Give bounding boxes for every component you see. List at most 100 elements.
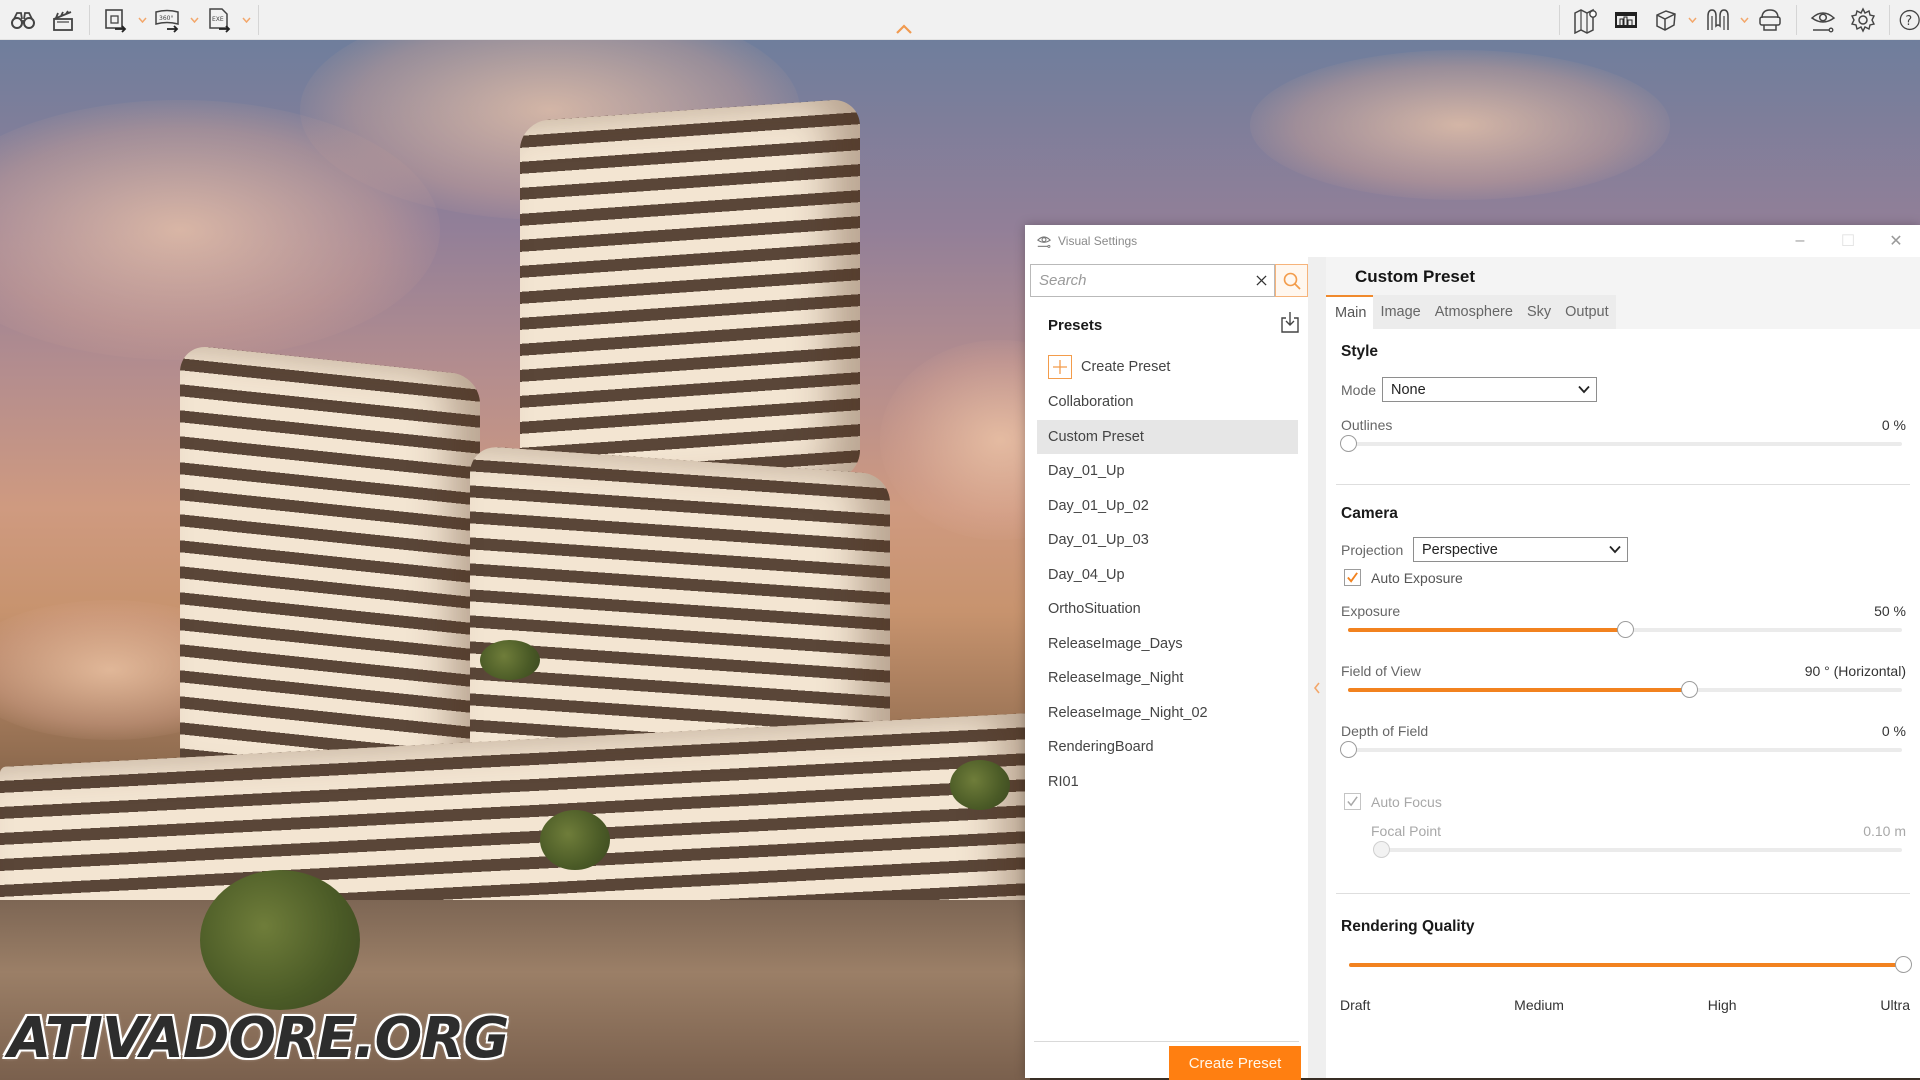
svg-text:?: ?	[1905, 14, 1912, 29]
settings-button[interactable]	[1843, 2, 1883, 38]
import-icon	[1281, 312, 1299, 333]
quality-label-medium[interactable]: Medium	[1514, 997, 1564, 1013]
export-image-button[interactable]	[96, 2, 136, 38]
walkthrough-button[interactable]	[3, 2, 43, 38]
object-dropdown[interactable]	[1686, 2, 1698, 38]
visual-settings-eye-icon	[1810, 11, 1836, 32]
outlines-label: Outlines	[1341, 417, 1393, 433]
preset-item-releaseimage-night[interactable]: ReleaseImage_Night	[1037, 661, 1298, 696]
slider-track	[1381, 848, 1902, 852]
slider-thumb[interactable]	[1681, 681, 1699, 698]
panel-splitter[interactable]	[1308, 257, 1326, 1078]
exposure-slider[interactable]	[1348, 619, 1902, 641]
slider-thumb[interactable]	[1340, 435, 1357, 452]
map-button[interactable]	[1566, 2, 1606, 38]
projection-label: Projection	[1341, 542, 1404, 558]
help-button[interactable]: ?	[1896, 2, 1920, 38]
preset-item-ri01[interactable]: RI01	[1037, 765, 1298, 800]
search-input[interactable]	[1031, 272, 1248, 289]
export-360-button[interactable]: 360°	[148, 2, 188, 38]
vr-headset-icon	[1759, 8, 1781, 31]
quality-label-draft[interactable]: Draft	[1340, 997, 1370, 1013]
preset-item-renderingboard[interactable]: RenderingBoard	[1037, 730, 1298, 765]
scene-button[interactable]	[1606, 2, 1646, 38]
slider-thumb[interactable]	[1895, 956, 1912, 973]
outlines-value: 0 %	[1881, 417, 1906, 433]
visual-settings-eye-icon	[1035, 232, 1053, 250]
export-360-icon: 360°	[155, 9, 179, 33]
clear-search-button[interactable]	[1248, 265, 1274, 296]
dof-slider[interactable]	[1340, 739, 1902, 761]
slider-thumb[interactable]	[1617, 621, 1634, 638]
auto-focus-checkbox[interactable]	[1344, 793, 1361, 810]
chevron-down-icon	[1739, 17, 1749, 23]
outlines-slider[interactable]	[1340, 433, 1902, 455]
bridge-dropdown[interactable]	[1738, 2, 1750, 38]
sky-cloud	[1250, 50, 1670, 200]
object-button[interactable]	[1646, 2, 1686, 38]
fov-label: Field of View	[1341, 663, 1421, 679]
main-toolbar: 360° EXE ?	[0, 0, 1920, 40]
search-button[interactable]	[1275, 264, 1308, 297]
vr-button[interactable]	[1750, 2, 1790, 38]
preset-item-releaseimage-night-02[interactable]: ReleaseImage_Night_02	[1037, 696, 1298, 731]
tab-main[interactable]: Main	[1326, 295, 1374, 329]
video-button[interactable]	[43, 2, 83, 38]
slider-track	[1348, 442, 1902, 446]
visual-settings-button[interactable]	[1803, 2, 1843, 38]
preset-item-orthosituation[interactable]: OrthoSituation	[1037, 592, 1298, 627]
preset-item-day-01-up[interactable]: Day_01_Up	[1037, 454, 1298, 489]
close-button[interactable]: ✕	[1872, 225, 1920, 257]
auto-exposure-checkbox[interactable]	[1344, 569, 1361, 586]
create-preset-button[interactable]: Create Preset	[1169, 1046, 1301, 1080]
export-image-icon	[105, 8, 127, 33]
preset-item-day-01-up-03[interactable]: Day_01_Up_03	[1037, 523, 1298, 558]
tab-sky[interactable]: Sky	[1520, 295, 1558, 329]
minimize-button[interactable]: –	[1776, 225, 1824, 257]
projection-select-value: Perspective	[1422, 541, 1498, 558]
projection-select[interactable]: Perspective	[1413, 537, 1628, 562]
building-top-tower	[520, 98, 860, 502]
chevron-down-icon	[241, 17, 251, 23]
cube-icon	[1656, 9, 1676, 31]
export-360-dropdown[interactable]	[188, 2, 200, 38]
chevron-up-icon	[896, 24, 912, 34]
tab-output[interactable]: Output	[1558, 295, 1616, 329]
toolbar-collapse-button[interactable]	[894, 22, 914, 36]
tree	[950, 760, 1010, 810]
fov-slider[interactable]	[1348, 679, 1902, 701]
panel-titlebar[interactable]: Visual Settings – ☐ ✕	[1025, 225, 1920, 257]
export-exe-dropdown[interactable]	[240, 2, 252, 38]
rendering-quality-slider[interactable]	[1349, 954, 1912, 976]
quality-label-ultra[interactable]: Ultra	[1880, 997, 1910, 1013]
preset-item-day-04-up[interactable]: Day_04_Up	[1037, 558, 1298, 593]
tab-atmosphere[interactable]: Atmosphere	[1428, 295, 1520, 329]
preset-item-custom-preset[interactable]: Custom Preset	[1037, 419, 1298, 454]
focal-point-slider[interactable]	[1373, 839, 1902, 861]
slider-thumb[interactable]	[1340, 741, 1357, 758]
preset-settings: Custom Preset Main Image Atmosphere Sky …	[1326, 257, 1920, 1078]
preset-item-collaboration[interactable]: Collaboration	[1037, 385, 1298, 420]
mode-select[interactable]: None	[1382, 377, 1597, 402]
maximize-button[interactable]: ☐	[1824, 225, 1872, 257]
create-preset-item[interactable]: Create Preset	[1037, 349, 1298, 385]
export-exe-button[interactable]: EXE	[200, 2, 240, 38]
chevron-left-icon[interactable]	[1312, 681, 1322, 695]
chevron-down-icon	[1578, 385, 1590, 394]
bridge-icon	[1707, 8, 1729, 30]
panel-title: Visual Settings	[1058, 234, 1138, 248]
tab-image[interactable]: Image	[1373, 295, 1427, 329]
dof-label: Depth of Field	[1341, 723, 1429, 739]
export-image-dropdown[interactable]	[136, 2, 148, 38]
preset-item-releaseimage-days[interactable]: ReleaseImage_Days	[1037, 627, 1298, 662]
preset-item-day-01-up-02[interactable]: Day_01_Up_02	[1037, 489, 1298, 524]
binoculars-icon	[11, 11, 35, 29]
quality-label-high[interactable]: High	[1708, 997, 1737, 1013]
section-divider	[1336, 893, 1910, 894]
slider-thumb[interactable]	[1373, 841, 1390, 858]
checkmark-icon	[1347, 572, 1358, 583]
bridge-button[interactable]	[1698, 2, 1738, 38]
tree	[540, 810, 610, 870]
import-preset-button[interactable]	[1279, 310, 1301, 334]
toolbar-separator	[1796, 4, 1797, 35]
